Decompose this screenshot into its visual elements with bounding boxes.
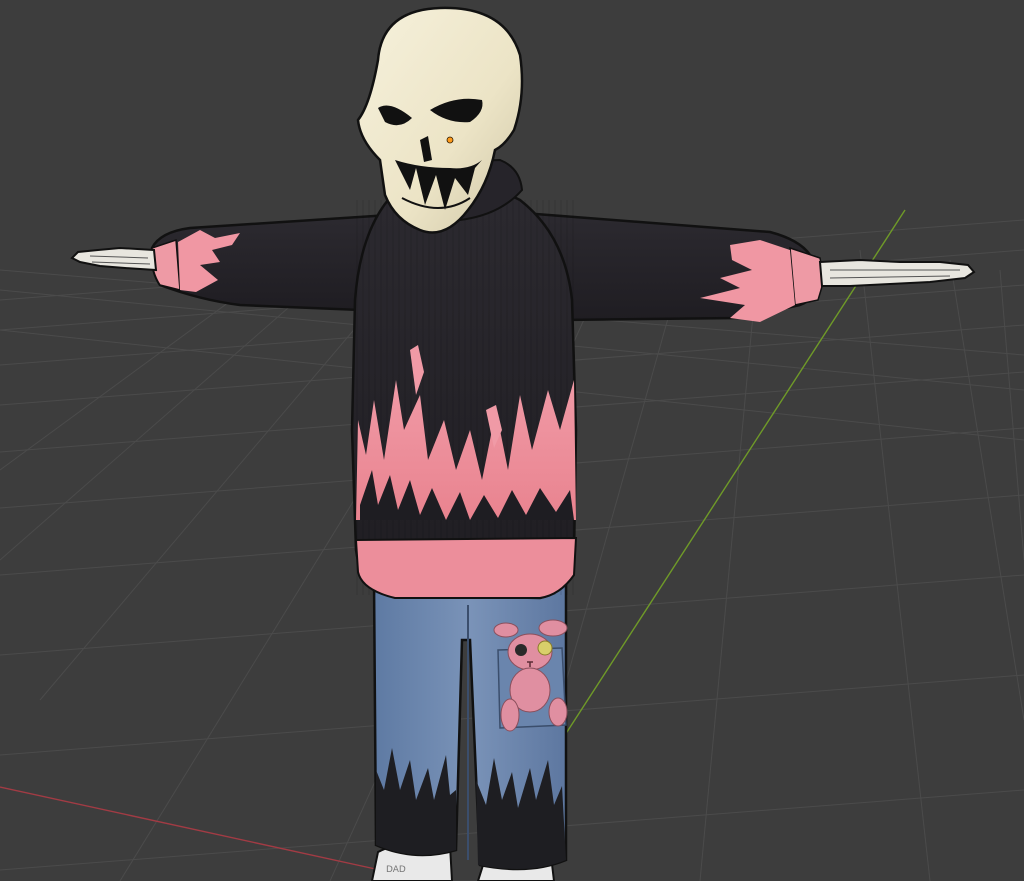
right-hand-bones [818, 258, 976, 287]
scene-canvas: DAD [0, 6, 1024, 881]
svg-text:DAD: DAD [386, 865, 406, 875]
object-origin-dot[interactable] [446, 136, 454, 144]
left-hand-bones [70, 246, 158, 272]
x-axis-line [0, 786, 381, 871]
sweater [150, 158, 825, 600]
3d-viewport[interactable]: DAD [0, 0, 1024, 881]
character-model[interactable]: DAD [70, 6, 976, 881]
jeans [372, 578, 568, 871]
